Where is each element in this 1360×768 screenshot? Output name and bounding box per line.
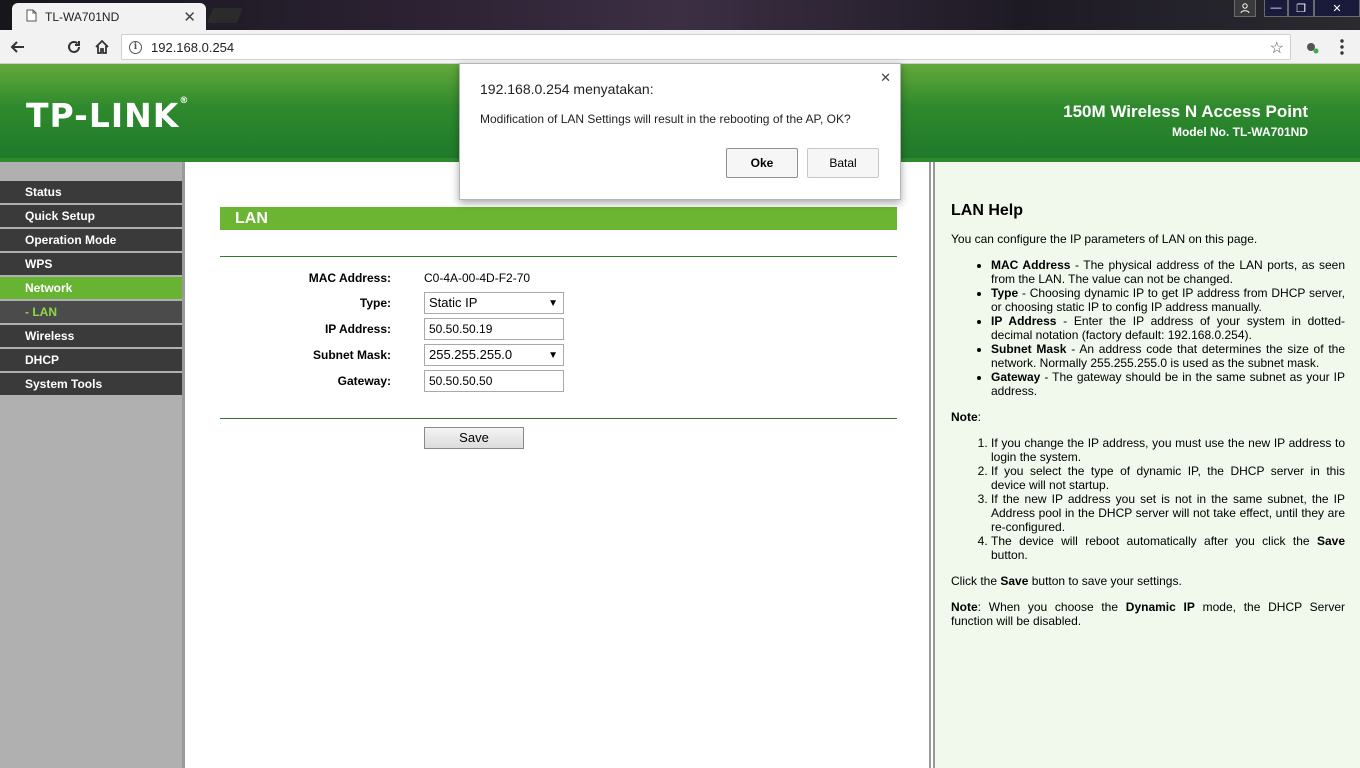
sidebar-item-network[interactable]: Network (0, 277, 182, 299)
close-window-button[interactable]: ✕ (1314, 0, 1360, 17)
help-note-item: If the new IP address you set is not in … (991, 492, 1345, 534)
help-note-heading: Note: (951, 410, 982, 424)
gateway-row: Gateway: 50.50.50.50 (220, 370, 897, 392)
type-select-value: Static IP (429, 295, 478, 310)
browser-tab-bar: TL-WA701ND ✕ — ❐ ✕ (0, 0, 1360, 30)
confirm-dialog: 192.168.0.254 menyatakan: ✕ Modification… (459, 63, 901, 200)
type-label: Type: (359, 296, 391, 310)
browser-toolbar: i 192.168.0.254 ☆ (0, 30, 1360, 64)
type-row: Type: Static IP ▼ (220, 292, 897, 314)
help-bullet: Gateway - The gateway should be in the s… (991, 370, 1345, 398)
help-bullet: Type - Choosing dynamic IP to get IP add… (991, 286, 1345, 314)
sidebar-item-operation-mode[interactable]: Operation Mode (0, 229, 182, 251)
help-click-save: Click the Save button to save your setti… (951, 574, 1182, 588)
tab-title: TL-WA701ND (45, 9, 120, 24)
back-icon[interactable] (8, 38, 26, 56)
help-bullet: IP Address - Enter the IP address of you… (991, 314, 1345, 342)
page-icon (26, 9, 37, 25)
sidebar-item-quick-setup[interactable]: Quick Setup (0, 205, 182, 227)
reload-icon[interactable] (65, 38, 83, 56)
help-note-item: The device will reboot automatically aft… (991, 534, 1345, 562)
mac-row: MAC Address: C0-4A-00-4D-F2-70 (220, 267, 897, 289)
divider (220, 418, 897, 419)
help-bullet: Subnet Mask - An address code that deter… (991, 342, 1345, 370)
dropdown-arrow-icon: ▼ (548, 298, 558, 309)
help-bullet: MAC Address - The physical address of th… (991, 258, 1345, 286)
cancel-button[interactable]: Batal (807, 148, 879, 178)
dialog-title: 192.168.0.254 menyatakan: (480, 81, 654, 97)
home-icon[interactable] (93, 38, 111, 56)
info-icon[interactable]: i (129, 40, 142, 54)
gateway-label: Gateway: (337, 374, 391, 388)
sidebar-item-wps[interactable]: WPS (0, 253, 182, 275)
help-bullets: MAC Address - The physical address of th… (991, 258, 1345, 398)
save-button[interactable]: Save (424, 427, 524, 449)
menu-kebab-icon[interactable] (1333, 38, 1351, 56)
ok-button[interactable]: Oke (726, 148, 798, 178)
page-title: LAN (220, 207, 897, 230)
mac-label: MAC Address: (308, 271, 391, 285)
new-tab-button[interactable] (206, 8, 244, 23)
sidebar-menu: Status Quick Setup Operation Mode WPS Ne… (0, 181, 182, 397)
help-notes: If you change the IP address, you must u… (991, 436, 1345, 562)
dropdown-arrow-icon: ▼ (548, 350, 558, 361)
help-note-item: If you change the IP address, you must u… (991, 436, 1345, 464)
restore-button[interactable]: ❐ (1288, 0, 1314, 17)
help-title: LAN Help (951, 202, 1023, 219)
tp-link-logo: TP-LINK® (26, 96, 190, 135)
close-tab-icon[interactable]: ✕ (183, 8, 196, 26)
ip-row: IP Address: 50.50.50.19 (220, 318, 897, 340)
extension-icon[interactable] (1303, 38, 1321, 56)
address-bar[interactable]: i 192.168.0.254 ☆ (121, 34, 1291, 60)
url-text[interactable]: 192.168.0.254 (151, 40, 234, 55)
minimize-button[interactable]: — (1264, 0, 1288, 17)
type-select[interactable]: Static IP ▼ (424, 292, 564, 314)
ip-label: IP Address: (324, 322, 391, 336)
gateway-input[interactable]: 50.50.50.50 (424, 370, 564, 392)
sidebar-item-lan[interactable]: - LAN (0, 301, 182, 323)
sidebar-item-status[interactable]: Status (0, 181, 182, 203)
sidebar-item-system-tools[interactable]: System Tools (0, 373, 182, 395)
sidebar: Status Quick Setup Operation Mode WPS Ne… (0, 162, 185, 768)
model-number: Model No. TL-WA701ND (1171, 125, 1308, 139)
sidebar-item-wireless[interactable]: Wireless (0, 325, 182, 347)
browser-tab[interactable]: TL-WA701ND ✕ (12, 3, 206, 30)
mask-label: Subnet Mask: (312, 348, 391, 362)
help-note-item: If you select the type of dynamic IP, th… (991, 464, 1345, 492)
subnet-mask-value: 255.255.255.0 (429, 347, 513, 362)
dialog-message: Modification of LAN Settings will result… (480, 112, 851, 126)
subnet-mask-select[interactable]: 255.255.255.0 ▼ (424, 344, 564, 366)
main-panel: LAN MAC Address: C0-4A-00-4D-F2-70 Type:… (188, 162, 931, 768)
profile-icon[interactable] (1234, 0, 1256, 17)
help-dynamic-note: Note: When you choose the Dynamic IP mod… (951, 600, 1346, 628)
product-name: 150M Wireless N Access Point (1063, 102, 1308, 121)
divider (220, 256, 897, 257)
help-panel: LAN Help You can configure the IP parame… (933, 162, 1360, 768)
mac-value: C0-4A-00-4D-F2-70 (424, 271, 531, 285)
mask-row: Subnet Mask: 255.255.255.0 ▼ (220, 344, 897, 366)
close-icon[interactable]: ✕ (880, 70, 891, 86)
star-icon[interactable]: ☆ (1270, 38, 1284, 58)
ip-address-input[interactable]: 50.50.50.19 (424, 318, 564, 340)
help-intro: You can configure the IP parameters of L… (951, 232, 1258, 246)
sidebar-item-dhcp[interactable]: DHCP (0, 349, 182, 371)
